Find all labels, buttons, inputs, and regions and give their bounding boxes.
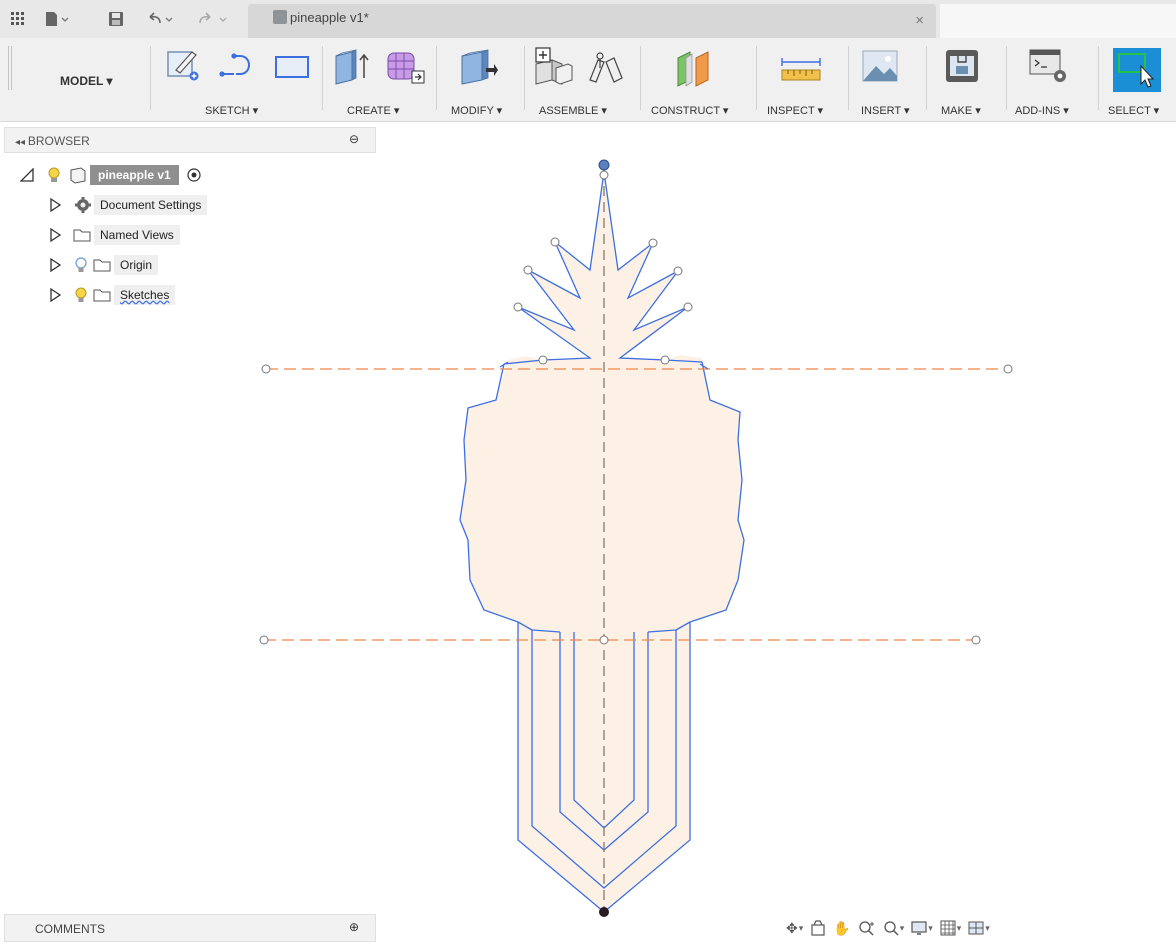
- folder-icon: [93, 259, 111, 272]
- browser-title-text: BROWSER: [27, 134, 90, 148]
- tree-item-label: Origin: [114, 255, 159, 275]
- top-point: [598, 159, 610, 171]
- expand-triangle-icon[interactable]: [20, 168, 34, 182]
- comments-title: COMMENTS: [35, 922, 105, 936]
- lightbulb-off-icon[interactable]: [70, 256, 92, 274]
- grid-settings-icon[interactable]: ▾: [940, 917, 961, 939]
- expand-triangle-icon[interactable]: [48, 288, 62, 302]
- viewports-icon[interactable]: ▾: [968, 917, 990, 939]
- tree-item-label: Sketches: [114, 285, 176, 305]
- tree-item-named-views[interactable]: Named Views: [48, 224, 180, 246]
- gear-icon: [75, 197, 91, 213]
- tree-item-sketches[interactable]: Sketches: [48, 284, 176, 306]
- bottom-point: [599, 907, 609, 917]
- browser-panel-header[interactable]: ◂◂ BROWSER ⊖: [4, 127, 376, 153]
- collapse-arrows-icon[interactable]: ◂◂: [15, 137, 28, 148]
- zoom-icon[interactable]: [858, 917, 876, 939]
- orbit-icon[interactable]: ✥ ▾: [786, 917, 803, 939]
- folder-icon: [93, 289, 111, 302]
- minus-icon[interactable]: ⊖: [349, 132, 359, 146]
- activate-radio-icon[interactable]: [183, 166, 205, 184]
- pan-icon[interactable]: ✋: [833, 917, 850, 939]
- look-at-icon[interactable]: [810, 917, 826, 939]
- fit-icon[interactable]: ▾: [883, 917, 904, 939]
- folder-icon: [73, 229, 91, 242]
- fusion-app: × pineapple v1* MODEL ▾ SKETCH ▾ CREATE …: [0, 0, 1176, 950]
- expand-triangle-icon[interactable]: [48, 258, 62, 272]
- navigation-bar: ✥ ▾ ✋ ▾ ▾ ▾ ▾: [786, 914, 1096, 942]
- pineapple-sketch: [259, 159, 1013, 917]
- display-settings-icon[interactable]: ▾: [911, 917, 933, 939]
- expand-triangle-icon[interactable]: [48, 228, 62, 242]
- expand-triangle-icon[interactable]: [48, 198, 62, 212]
- browser-title: ◂◂ BROWSER: [15, 134, 90, 148]
- tree-root[interactable]: pineapple v1: [20, 164, 205, 186]
- tree-item-origin[interactable]: Origin: [48, 254, 159, 276]
- tree-item-label: Named Views: [94, 225, 180, 245]
- component-icon: [70, 167, 86, 184]
- crown-outline: [503, 171, 703, 365]
- lightbulb-icon[interactable]: [70, 286, 92, 304]
- add-comment-icon[interactable]: ⊕: [349, 920, 359, 934]
- tree-item-document-settings[interactable]: Document Settings: [48, 194, 208, 216]
- lightbulb-icon[interactable]: [42, 166, 66, 184]
- root-component-label[interactable]: pineapple v1: [90, 165, 179, 185]
- comments-panel[interactable]: COMMENTS ⊕: [4, 914, 376, 942]
- tree-item-label: Document Settings: [94, 195, 208, 215]
